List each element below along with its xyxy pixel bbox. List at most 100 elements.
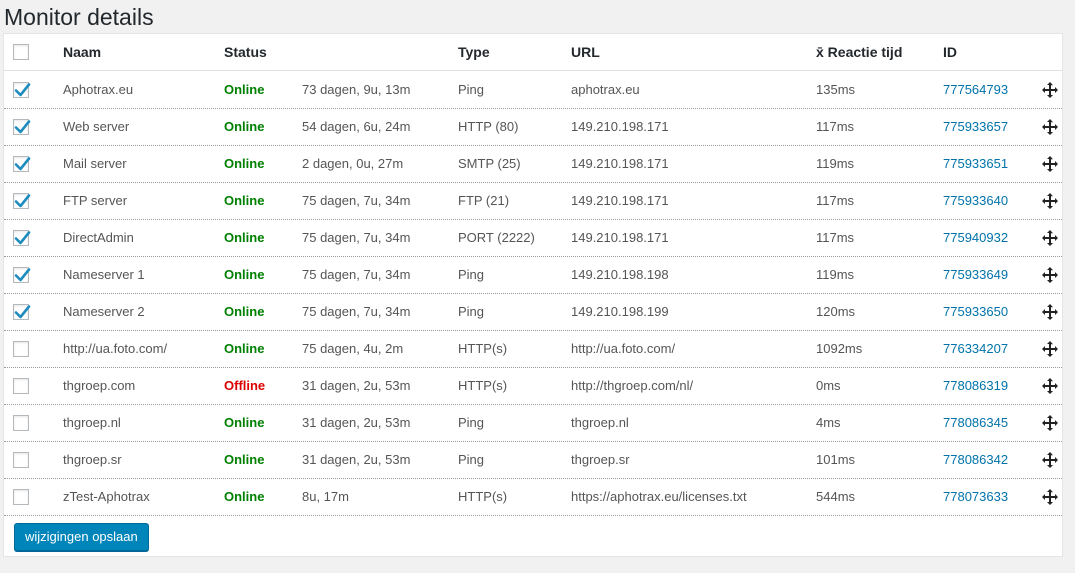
row-checkbox[interactable] xyxy=(13,118,31,135)
monitor-url: http://ua.foto.com/ xyxy=(571,341,676,356)
monitor-name: DirectAdmin xyxy=(63,230,134,245)
row-checkbox[interactable] xyxy=(13,266,31,283)
uptime-text: 31 dagen, 2u, 53m xyxy=(302,452,411,467)
checkmark-icon xyxy=(14,119,31,133)
monitor-id-link[interactable]: 777564793 xyxy=(943,71,1008,108)
monitor-url: aphotrax.eu xyxy=(571,82,640,97)
uptime-text: 75 dagen, 7u, 34m xyxy=(302,267,411,282)
status-badge: Online xyxy=(224,119,265,134)
move-arrows-icon[interactable] xyxy=(1042,293,1058,330)
status-badge: Online xyxy=(224,82,265,97)
monitor-url: 149.210.198.171 xyxy=(571,230,669,245)
row-checkbox[interactable] xyxy=(13,229,31,246)
column-header-id[interactable]: ID xyxy=(943,34,957,70)
monitor-url: 149.210.198.198 xyxy=(571,267,669,282)
table-row: Aphotrax.eu Online 73 dagen, 9u, 13m Ping ap… xyxy=(4,71,1062,109)
monitor-name: zTest-Aphotrax xyxy=(63,489,150,504)
table-header-row: Naam Status Type URL x̄ Reactie tijd ID xyxy=(4,34,1062,71)
move-arrows-icon[interactable] xyxy=(1042,219,1058,256)
uptime-text: 75 dagen, 7u, 34m xyxy=(302,193,411,208)
monitor-url: thgroep.nl xyxy=(571,415,629,430)
monitor-type: HTTP (80) xyxy=(458,119,519,134)
monitor-id-link[interactable]: 775933651 xyxy=(943,145,1008,182)
row-checkbox[interactable] xyxy=(13,451,29,468)
monitor-id-link[interactable]: 778073633 xyxy=(943,478,1008,515)
status-badge: Online xyxy=(224,415,265,430)
move-arrows-icon[interactable] xyxy=(1042,404,1058,441)
monitor-id-link[interactable]: 775933640 xyxy=(943,182,1008,219)
move-arrows-icon[interactable] xyxy=(1042,441,1058,478)
monitor-id-link[interactable]: 775933650 xyxy=(943,293,1008,330)
move-arrows-icon[interactable] xyxy=(1042,71,1058,108)
row-checkbox[interactable] xyxy=(13,488,29,505)
status-badge: Online xyxy=(224,341,265,356)
checkmark-icon xyxy=(14,304,31,318)
uptime-text: 73 dagen, 9u, 13m xyxy=(302,82,411,97)
monitor-url: thgroep.sr xyxy=(571,452,630,467)
monitor-type: Ping xyxy=(458,267,485,282)
monitor-type: HTTP(s) xyxy=(458,489,508,504)
monitor-url: https://aphotrax.eu/licenses.txt xyxy=(571,489,747,504)
save-changes-button[interactable]: wijzigingen opslaan xyxy=(14,523,149,551)
response-time: 117ms xyxy=(816,193,855,208)
move-arrows-icon[interactable] xyxy=(1042,145,1058,182)
row-checkbox[interactable] xyxy=(13,192,31,209)
monitor-name: Mail server xyxy=(63,156,127,171)
column-header-response-time[interactable]: x̄ Reactie tijd xyxy=(816,34,902,70)
move-arrows-icon[interactable] xyxy=(1042,256,1058,293)
status-badge: Online xyxy=(224,193,265,208)
page-title: Monitor details xyxy=(4,4,154,30)
monitor-type: HTTP(s) xyxy=(458,341,508,356)
response-time: 101ms xyxy=(816,452,856,467)
monitor-id-link[interactable]: 775940932 xyxy=(943,219,1008,256)
monitor-table: Naam Status Type URL x̄ Reactie tijd ID … xyxy=(3,33,1063,557)
row-checkbox[interactable] xyxy=(13,303,31,320)
status-badge: Online xyxy=(224,452,265,467)
response-time: 117ms xyxy=(816,230,855,245)
response-time: 0ms xyxy=(816,378,841,393)
response-time: 4ms xyxy=(816,415,841,430)
move-arrows-icon[interactable] xyxy=(1042,330,1058,367)
status-badge: Online xyxy=(224,230,265,245)
monitor-id-link[interactable]: 778086345 xyxy=(943,404,1008,441)
monitor-id-link[interactable]: 776334207 xyxy=(943,330,1008,367)
checkmark-icon xyxy=(14,156,31,170)
move-arrows-icon[interactable] xyxy=(1042,367,1058,404)
status-badge: Online xyxy=(224,304,265,319)
row-checkbox[interactable] xyxy=(13,414,29,431)
status-badge: Online xyxy=(224,267,265,282)
table-row: Nameserver 1 Online 75 dagen, 7u, 34m Ping 1… xyxy=(4,256,1062,294)
row-checkbox[interactable] xyxy=(13,340,29,357)
monitor-id-link[interactable]: 778086342 xyxy=(943,441,1008,478)
row-checkbox[interactable] xyxy=(13,155,31,172)
uptime-text: 2 dagen, 0u, 27m xyxy=(302,156,404,171)
table-row: Mail server Online 2 dagen, 0u, 27m SMTP (2… xyxy=(4,145,1062,183)
monitor-url: http://thgroep.com/nl/ xyxy=(571,378,694,393)
monitor-name: Web server xyxy=(63,119,130,134)
column-header-url[interactable]: URL xyxy=(571,34,600,70)
uptime-text: 54 dagen, 6u, 24m xyxy=(302,119,411,134)
monitor-type: Ping xyxy=(458,415,485,430)
column-header-name[interactable]: Naam xyxy=(63,34,101,70)
monitor-id-link[interactable]: 775933657 xyxy=(943,108,1008,145)
monitor-id-link[interactable]: 775933649 xyxy=(943,256,1008,293)
table-row: Nameserver 2 Online 75 dagen, 7u, 34m Ping 1… xyxy=(4,293,1062,331)
column-header-status[interactable]: Status xyxy=(224,34,267,70)
column-header-type[interactable]: Type xyxy=(458,34,490,70)
table-row: thgroep.nl Online 31 dagen, 2u, 53m Ping thg… xyxy=(4,404,1062,442)
checkmark-icon xyxy=(14,267,31,281)
move-arrows-icon[interactable] xyxy=(1042,182,1058,219)
response-time: 117ms xyxy=(816,119,855,134)
select-all-checkbox[interactable] xyxy=(13,44,29,60)
table-row: zTest-Aphotrax Online 8u, 17m HTTP(s) https:… xyxy=(4,478,1062,516)
row-checkbox[interactable] xyxy=(13,377,29,394)
move-arrows-icon[interactable] xyxy=(1042,108,1058,145)
row-checkbox[interactable] xyxy=(13,81,31,98)
checkmark-icon xyxy=(14,82,31,96)
monitor-name: thgroep.nl xyxy=(63,415,121,430)
monitor-name: thgroep.sr xyxy=(63,452,122,467)
monitor-type: Ping xyxy=(458,452,485,467)
uptime-text: 8u, 17m xyxy=(302,489,349,504)
monitor-id-link[interactable]: 778086319 xyxy=(943,367,1008,404)
move-arrows-icon[interactable] xyxy=(1042,478,1058,515)
